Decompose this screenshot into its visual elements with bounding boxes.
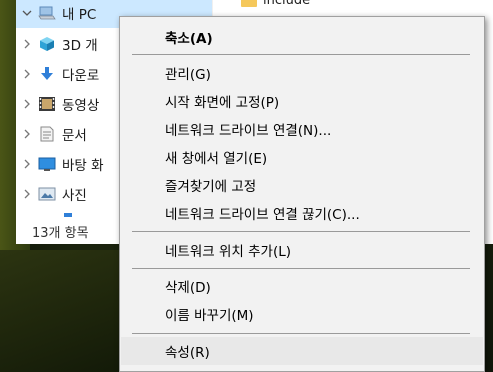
menu-item-add-network-location[interactable]: 네트워크 위치 추가(L) [121,236,483,264]
menu-separator [132,231,470,232]
chevron-down-icon[interactable] [16,9,38,17]
menu-item-manage[interactable]: 관리(G) [121,59,483,87]
menu-item-open-new-window[interactable]: 새 창에서 열기(E) [121,143,483,171]
chevron-right-icon[interactable] [16,69,38,79]
menu-separator [132,54,470,55]
folder-icon [241,0,257,7]
menu-item-pin-quick-access[interactable]: 즐겨찾기에 고정 [121,171,483,199]
menu-item-label: 속성(R) [165,345,210,361]
menu-item-label: 축소(A) [165,31,213,47]
menu-item-collapse[interactable]: 축소(A) [121,23,483,51]
menu-item-label: 시작 화면에 고정(P) [165,95,280,111]
menu-item-pin-to-start[interactable]: 시작 화면에 고정(P) [121,87,483,115]
nav-item-label: 동영상 [62,98,100,114]
menu-item-disconnect-network-drive[interactable]: 네트워크 드라이브 연결 끊기(C)... [121,199,483,227]
menu-item-label: 새 창에서 열기(E) [165,151,268,167]
menu-item-label: 네트워크 드라이브 연결 끊기(C)... [165,207,360,223]
chevron-right-icon[interactable] [16,159,38,169]
computer-icon [38,5,56,21]
menu-item-label: 관리(G) [165,67,211,83]
menu-item-properties[interactable]: 속성(R) [121,337,483,365]
context-menu: 축소(A) 관리(G) 시작 화면에 고정(P) 네트워크 드라이브 연결(N)… [119,16,485,372]
nav-item-label: 바탕 화 [62,158,104,174]
menu-item-label: 즐겨찾기에 고정 [165,179,257,195]
menu-item-rename[interactable]: 이름 바꾸기(M) [121,300,483,328]
chevron-right-icon[interactable] [16,129,38,139]
3d-objects-icon [38,36,56,52]
menu-item-label: 네트워크 드라이브 연결(N)... [165,123,332,139]
nav-item-label: 다운로 [62,68,100,84]
documents-icon [38,126,56,142]
desktop-icon [38,156,56,172]
menu-separator [132,333,470,334]
menu-item-label: 네트워크 위치 추가(L) [165,244,291,260]
wallpaper-foliage [0,250,120,372]
downloads-icon [38,66,56,82]
nav-item-label: 사진 [62,188,87,204]
menu-item-label: 삭제(D) [165,280,211,296]
menu-item-label: 이름 바꾸기(M) [165,308,254,324]
chevron-right-icon[interactable] [16,189,38,199]
file-name: include [263,0,311,8]
nav-item-label: 문서 [62,128,87,144]
menu-separator [132,268,470,269]
pictures-icon [38,186,56,202]
chevron-right-icon[interactable] [16,39,38,49]
file-item[interactable]: include [241,0,310,8]
videos-icon [38,96,56,112]
menu-item-map-network-drive[interactable]: 네트워크 드라이브 연결(N)... [121,115,483,143]
item-count: 13개 항목 [32,225,89,241]
partially-hidden-icon [64,213,72,217]
nav-item-label: 내 PC [62,7,97,23]
menu-item-delete[interactable]: 삭제(D) [121,272,483,300]
chevron-right-icon[interactable] [16,99,38,109]
nav-item-label: 3D 개 [62,38,98,54]
